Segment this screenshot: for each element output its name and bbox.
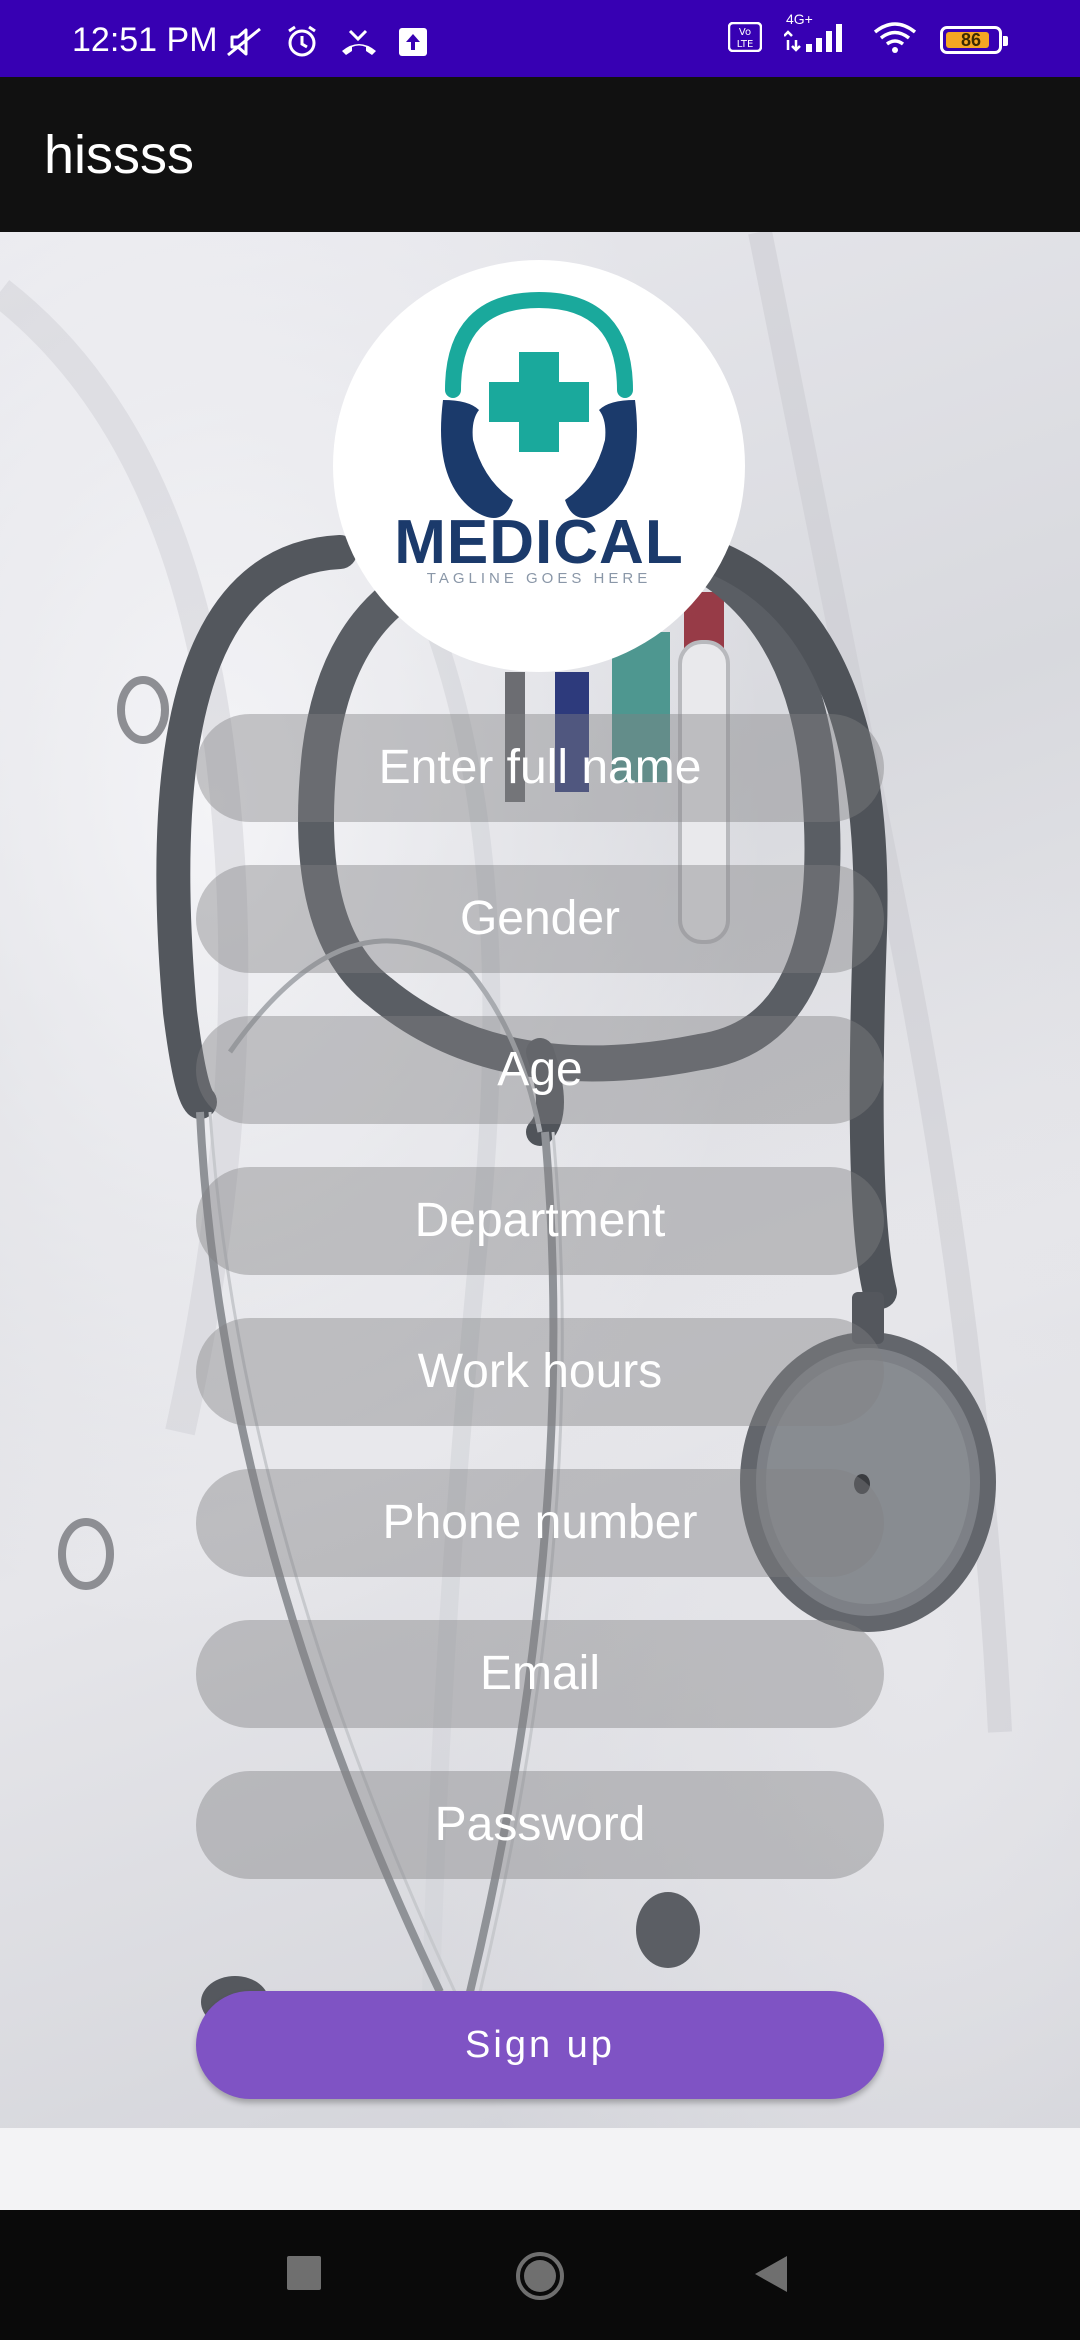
- alarm-icon: [284, 24, 320, 65]
- phone-number-input[interactable]: Phone number: [196, 1469, 884, 1577]
- wifi-icon: [872, 20, 918, 59]
- full-name-input[interactable]: Enter full name: [196, 714, 884, 822]
- signal-icon: 4G+: [783, 12, 850, 59]
- network-type-label: 4G+: [786, 11, 813, 27]
- back-icon[interactable]: [753, 2254, 789, 2294]
- battery-icon: 86: [940, 25, 1008, 54]
- status-time: 12:51 PM: [72, 21, 218, 59]
- battery-level: 86: [960, 29, 982, 50]
- system-navigation-bar: [0, 2210, 1080, 2340]
- mute-icon: [224, 25, 264, 64]
- status-bar: 12:51 PM Vo LTE 4G+ 86: [0, 0, 1080, 77]
- work-hours-input[interactable]: Work hours: [196, 1318, 884, 1426]
- signup-screen: 12:51 PM Vo LTE 4G+ 86 hissss MEDICAL TA…: [0, 0, 1080, 2340]
- age-input[interactable]: Age: [196, 1016, 884, 1124]
- app-title: hissss: [44, 125, 195, 185]
- sign-up-button[interactable]: Sign up: [196, 1991, 884, 2099]
- missed-call-icon: [340, 27, 378, 62]
- gender-input[interactable]: Gender: [196, 865, 884, 973]
- svg-text:LTE: LTE: [737, 39, 754, 50]
- department-input[interactable]: Department: [196, 1167, 884, 1275]
- logo-wordmark: MEDICAL: [394, 508, 684, 577]
- upload-icon: [398, 27, 428, 62]
- medical-logo: MEDICAL TAGLINE GOES HERE: [333, 260, 745, 672]
- svg-text:Vo: Vo: [739, 27, 751, 38]
- medical-cross-hands-icon: [441, 291, 637, 518]
- app-bar: hissss: [0, 77, 1080, 232]
- password-input[interactable]: Password: [196, 1771, 884, 1879]
- volte-icon: Vo LTE: [727, 21, 763, 57]
- recents-icon[interactable]: [287, 2256, 321, 2290]
- status-notification-icons: [224, 24, 428, 65]
- status-system-icons: Vo LTE 4G+ 86: [727, 12, 1008, 59]
- home-icon[interactable]: [514, 2250, 566, 2302]
- logo-tagline: TAGLINE GOES HERE: [426, 570, 652, 587]
- email-input[interactable]: Email: [196, 1620, 884, 1728]
